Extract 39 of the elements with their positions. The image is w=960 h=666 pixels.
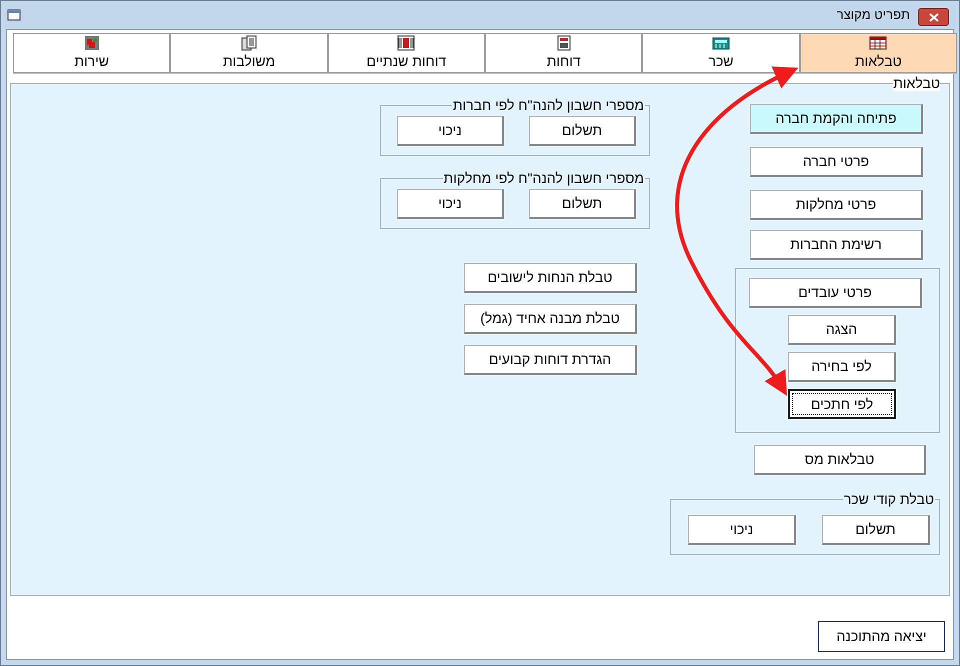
form-button[interactable]: תשלום — [529, 116, 636, 146]
close-icon — [928, 12, 938, 22]
form-button[interactable]: הגדרת דוחות קבועים — [464, 345, 637, 375]
form-button[interactable]: ניכוי — [397, 116, 504, 146]
form-button[interactable]: ניכוי — [397, 189, 504, 219]
group-title: מספרי חשבון להנה"ח לפי חברות — [452, 97, 645, 113]
close-button[interactable] — [918, 8, 949, 26]
tab[interactable]: דוחות — [485, 33, 642, 73]
form-button[interactable]: רשימת החברות — [750, 230, 923, 260]
app-icon — [7, 9, 21, 21]
form-button[interactable]: פרטי חברה — [750, 147, 923, 177]
window-title: תפריט מקוצר — [836, 6, 910, 24]
form-button[interactable]: פרטי מחלקות — [750, 190, 923, 220]
calendar-icon — [397, 34, 416, 50]
table-icon — [869, 34, 888, 50]
panel-title: טבלאות — [893, 75, 940, 91]
calculator-icon — [712, 34, 730, 50]
tab[interactable]: דוחות שנתיים — [328, 33, 486, 73]
form-button[interactable]: ניכוי — [688, 515, 796, 545]
form-button[interactable]: פרטי עובדים — [749, 278, 922, 308]
form-button[interactable]: טבלת מבנה אחיד (גמל) — [464, 304, 637, 334]
form-button[interactable]: פתיחה והקמת חברה — [750, 104, 923, 134]
form-button[interactable]: טבלת הנחות לישובים — [464, 263, 637, 293]
group-title: טבלת קודי שכר — [842, 491, 935, 507]
exit-button[interactable]: יציאה מהתוכנה — [818, 621, 945, 652]
report-icon — [554, 34, 573, 50]
tab[interactable]: שכר — [642, 33, 800, 73]
form-button[interactable]: תשלום — [529, 189, 636, 219]
group-title: מספרי חשבון להנה"ח לפי מחלקות — [442, 170, 645, 186]
puzzle-icon — [82, 34, 101, 50]
form-button[interactable]: טבלאות מס — [754, 445, 926, 475]
tab[interactable]: שירות — [13, 33, 170, 73]
form-button[interactable]: תשלום — [822, 515, 930, 545]
form-button[interactable]: לפי חתכים — [788, 389, 896, 419]
documents-icon — [240, 34, 258, 50]
form-button[interactable]: הצגה — [788, 315, 896, 345]
tab[interactable]: משולבות — [170, 33, 328, 73]
tab[interactable]: טבלאות — [800, 33, 957, 73]
form-button[interactable]: לפי בחירה — [788, 352, 896, 382]
